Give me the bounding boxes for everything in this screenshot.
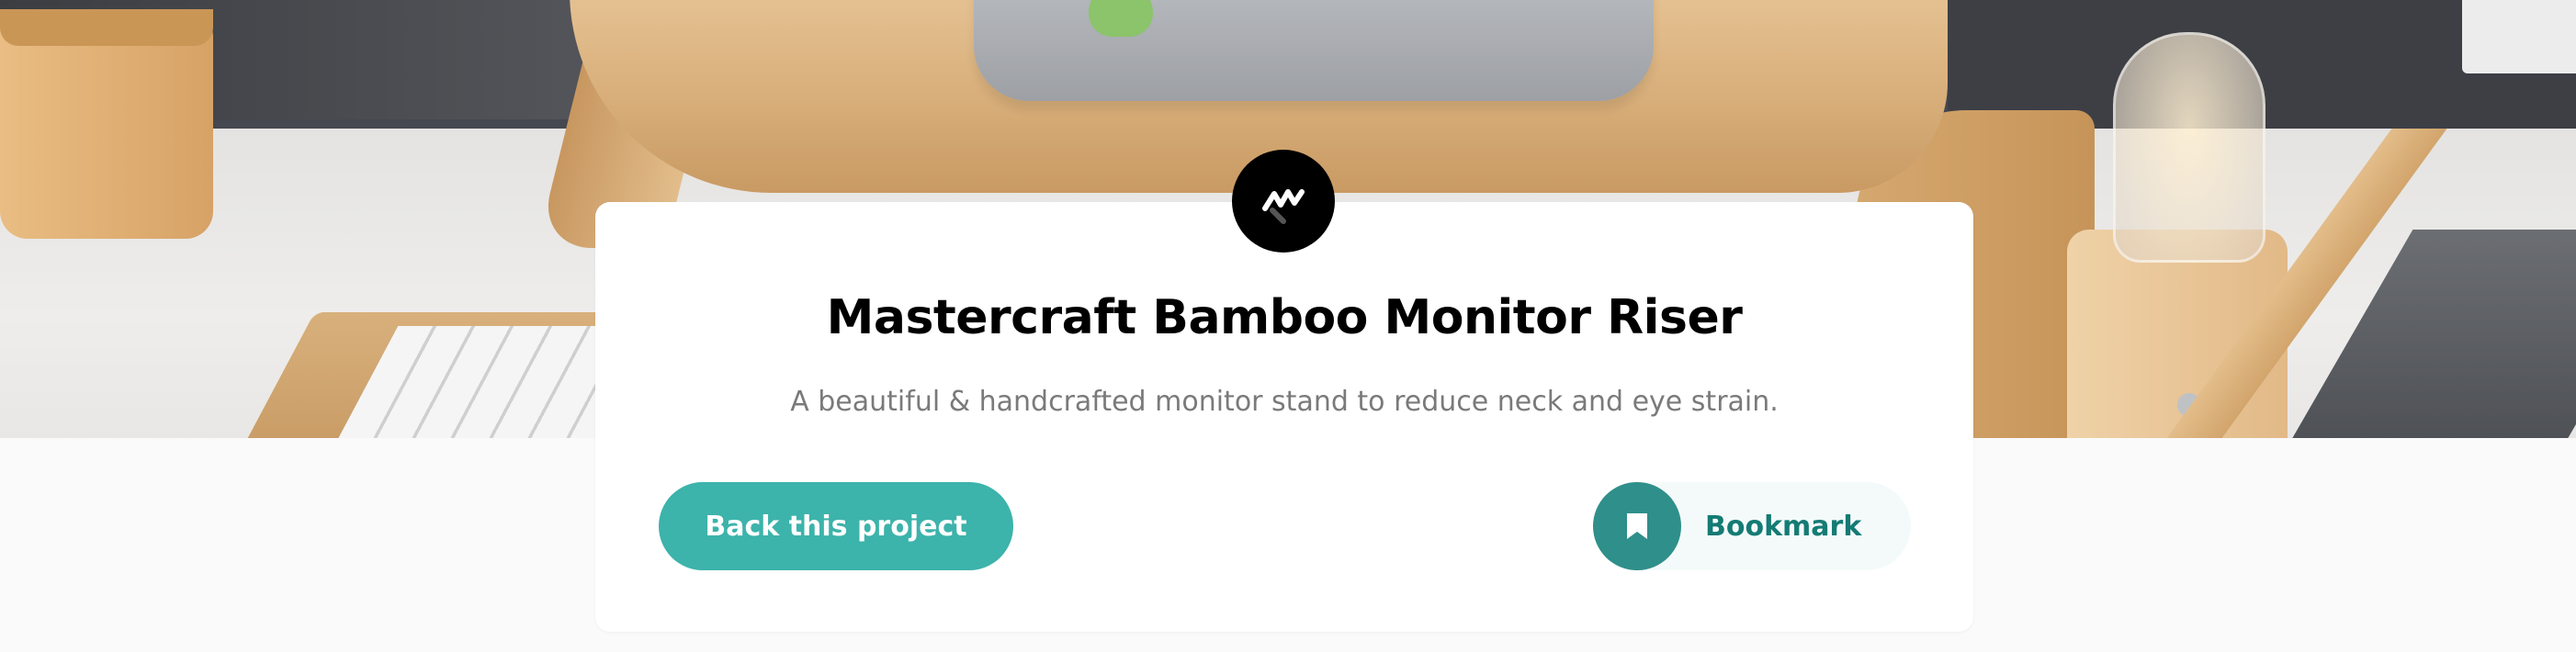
project-title: Mastercraft Bamboo Monitor Riser xyxy=(826,290,1743,345)
project-description: A beautiful & handcrafted monitor stand … xyxy=(790,386,1779,418)
back-project-button[interactable]: Back this project xyxy=(659,482,1013,570)
bookmark-label: Bookmark xyxy=(1705,510,1862,543)
mastercraft-logo-icon xyxy=(1232,150,1335,253)
bookmark-icon xyxy=(1593,482,1681,570)
project-card: Mastercraft Bamboo Monitor Riser A beaut… xyxy=(595,202,1973,632)
bookmark-button[interactable]: Bookmark xyxy=(1593,482,1911,570)
